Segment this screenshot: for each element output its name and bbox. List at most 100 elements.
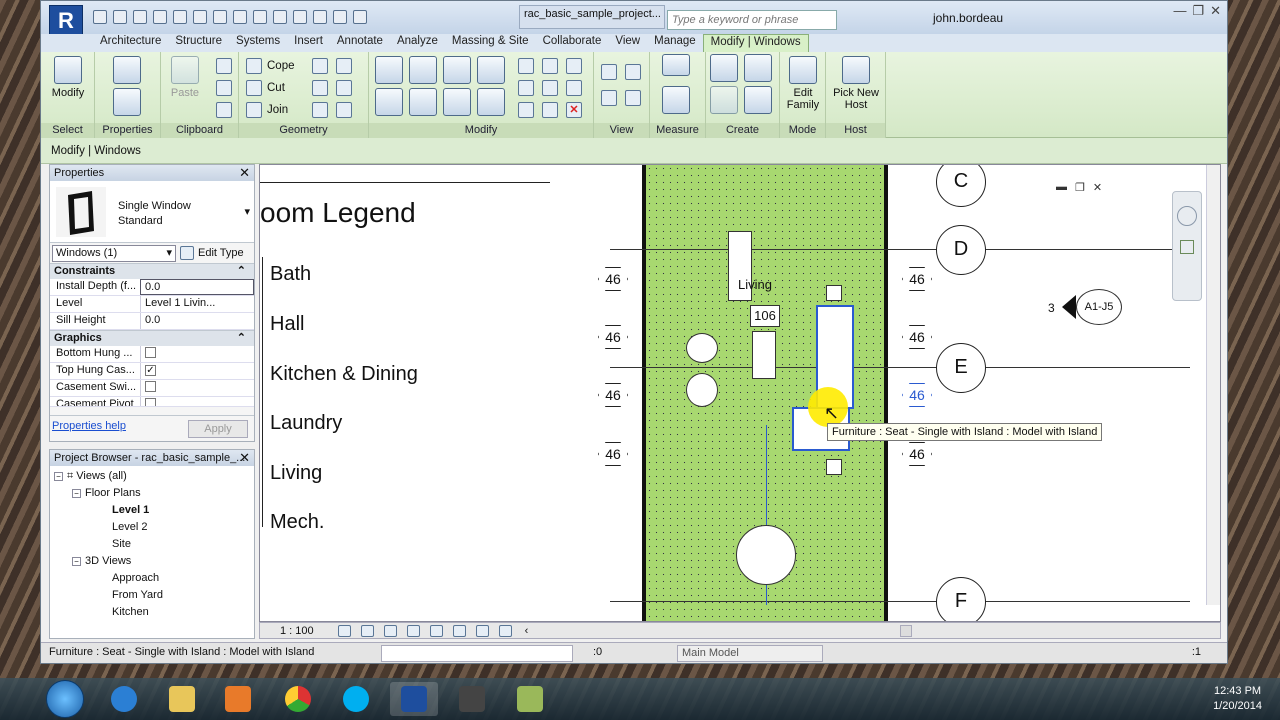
- view-close-icon[interactable]: ✕: [1093, 181, 1102, 194]
- prop-bottom-hung[interactable]: Bottom Hung ...: [50, 346, 254, 363]
- tab-collaborate[interactable]: Collaborate: [536, 34, 609, 52]
- tree-node-views-all[interactable]: − ⌗ Views (all): [50, 468, 254, 485]
- create-group-icon[interactable]: [710, 86, 738, 114]
- window-tag-selected[interactable]: 46: [902, 383, 932, 407]
- trim-icon[interactable]: [477, 88, 505, 116]
- move-icon[interactable]: [375, 88, 403, 116]
- group-constraints[interactable]: Constraints ⌃: [50, 263, 254, 279]
- minimize-icon[interactable]: —: [1173, 3, 1186, 19]
- extend-icon[interactable]: [542, 102, 558, 118]
- select-panel-label[interactable]: Select: [41, 123, 94, 138]
- prop-value[interactable]: Level 1 Livin...: [140, 296, 254, 312]
- cut-geometry-button[interactable]: Cut: [243, 78, 285, 98]
- tab-structure[interactable]: Structure: [168, 34, 229, 52]
- tree-node-approach[interactable]: Approach: [50, 570, 254, 587]
- dimension-icon[interactable]: [662, 86, 690, 114]
- join-button[interactable]: Join: [243, 100, 288, 120]
- drawing-canvas[interactable]: oom Legend Bath Hall Kitchen & Dining La…: [259, 164, 1221, 622]
- view-minimize-icon[interactable]: ▬: [1056, 181, 1067, 194]
- prop-install-depth[interactable]: Install Depth (f... 0.0: [50, 279, 254, 296]
- camtasia-icon[interactable]: [448, 682, 496, 716]
- unpin-icon[interactable]: [566, 80, 582, 96]
- window-tag[interactable]: 46: [598, 442, 628, 466]
- window-tag[interactable]: 46: [598, 325, 628, 349]
- chrome-icon[interactable]: [274, 682, 322, 716]
- checkbox[interactable]: [145, 398, 156, 406]
- workset-field[interactable]: [381, 645, 573, 662]
- text-icon[interactable]: [253, 10, 267, 24]
- tree-node-floor-plans[interactable]: − Floor Plans: [50, 485, 254, 502]
- horizontal-scroll-thumb[interactable]: [900, 625, 912, 637]
- array-icon[interactable]: [518, 80, 534, 96]
- detail-level-icon[interactable]: [337, 624, 351, 637]
- edit-type-button[interactable]: Edit Type: [198, 247, 244, 259]
- filter-count[interactable]: :1: [1192, 646, 1201, 658]
- match-properties-icon[interactable]: [216, 102, 232, 118]
- copy-element-icon[interactable]: [409, 88, 437, 116]
- zoom-icon[interactable]: [1180, 240, 1194, 254]
- properties-close-icon[interactable]: ✕: [239, 165, 250, 181]
- copy-icon[interactable]: [216, 80, 232, 96]
- grid-bubble-d[interactable]: D: [936, 225, 986, 275]
- split-icon[interactable]: [518, 58, 534, 74]
- 3d-view-icon[interactable]: [273, 10, 287, 24]
- tab-modify-windows[interactable]: Modify | Windows: [702, 34, 809, 52]
- tab-insert[interactable]: Insert: [287, 34, 330, 52]
- crop-view-icon[interactable]: [429, 624, 443, 637]
- mirror-axis-icon[interactable]: [443, 56, 471, 84]
- round-table[interactable]: [736, 525, 796, 585]
- save-icon[interactable]: [113, 10, 127, 24]
- scale-icon[interactable]: [542, 80, 558, 96]
- open-icon[interactable]: [93, 10, 107, 24]
- navigation-bar[interactable]: [1172, 191, 1202, 301]
- tree-node-level-1[interactable]: Level 1: [50, 502, 254, 519]
- split-gap-icon[interactable]: [542, 58, 558, 74]
- file-explorer-icon[interactable]: [158, 682, 206, 716]
- tab-analyze[interactable]: Analyze: [390, 34, 445, 52]
- create-assembly-icon[interactable]: [710, 54, 738, 82]
- view-scale[interactable]: 1 : 100: [280, 625, 314, 637]
- side-table[interactable]: [752, 331, 776, 379]
- sun-path-icon[interactable]: [383, 624, 397, 637]
- type-properties-icon[interactable]: [113, 56, 141, 84]
- hammer-icon[interactable]: [336, 102, 352, 118]
- checkbox[interactable]: [145, 381, 156, 392]
- collapse-toggle-icon[interactable]: −: [54, 472, 63, 481]
- edit-type-icon[interactable]: [180, 246, 194, 260]
- window-tag[interactable]: 46: [902, 267, 932, 291]
- thin-lines-icon[interactable]: [313, 10, 327, 24]
- wall-joins-icon[interactable]: [312, 58, 328, 74]
- system-clock[interactable]: 12:43 PM 1/20/2014: [1213, 684, 1262, 714]
- media-player-icon[interactable]: [214, 682, 262, 716]
- pin-icon[interactable]: [566, 58, 582, 74]
- tree-node-kitchen[interactable]: Kitchen: [50, 604, 254, 621]
- delete-icon[interactable]: ✕: [566, 102, 582, 118]
- window-tag[interactable]: 46: [598, 267, 628, 291]
- close-hidden-icon[interactable]: [333, 10, 347, 24]
- wall-right[interactable]: [884, 165, 888, 621]
- type-selector[interactable]: Single Window Standard ▾: [50, 181, 254, 243]
- create-parts-icon[interactable]: [744, 54, 772, 82]
- temp-hide-icon[interactable]: [475, 624, 489, 637]
- revit-taskbar-icon[interactable]: [390, 682, 438, 716]
- tab-manage[interactable]: Manage: [647, 34, 703, 52]
- beam-join-icon[interactable]: [312, 102, 328, 118]
- prop-casement-pivot[interactable]: Casement Pivot: [50, 397, 254, 407]
- redo-icon[interactable]: [173, 10, 187, 24]
- grid-bubble-c[interactable]: C: [936, 165, 986, 207]
- tab-massing-site[interactable]: Massing & Site: [445, 34, 536, 52]
- design-option-field[interactable]: Main Model: [677, 645, 823, 662]
- prop-level[interactable]: Level Level 1 Livin...: [50, 296, 254, 313]
- tab-architecture[interactable]: Architecture: [93, 34, 168, 52]
- align-icon[interactable]: [193, 10, 207, 24]
- section-head[interactable]: A1-J5: [1076, 289, 1122, 325]
- view-restore-icon[interactable]: ❐: [1075, 181, 1085, 194]
- lightbulb-icon[interactable]: [601, 64, 617, 80]
- visual-style-icon[interactable]: [360, 624, 374, 637]
- tree-node-level-2[interactable]: Level 2: [50, 519, 254, 536]
- revit-logo-icon[interactable]: R: [49, 5, 83, 35]
- reveal-hidden-icon[interactable]: [498, 624, 512, 637]
- tag-icon[interactable]: [233, 10, 247, 24]
- trim-multiple-icon[interactable]: [518, 102, 534, 118]
- chair[interactable]: [686, 373, 718, 407]
